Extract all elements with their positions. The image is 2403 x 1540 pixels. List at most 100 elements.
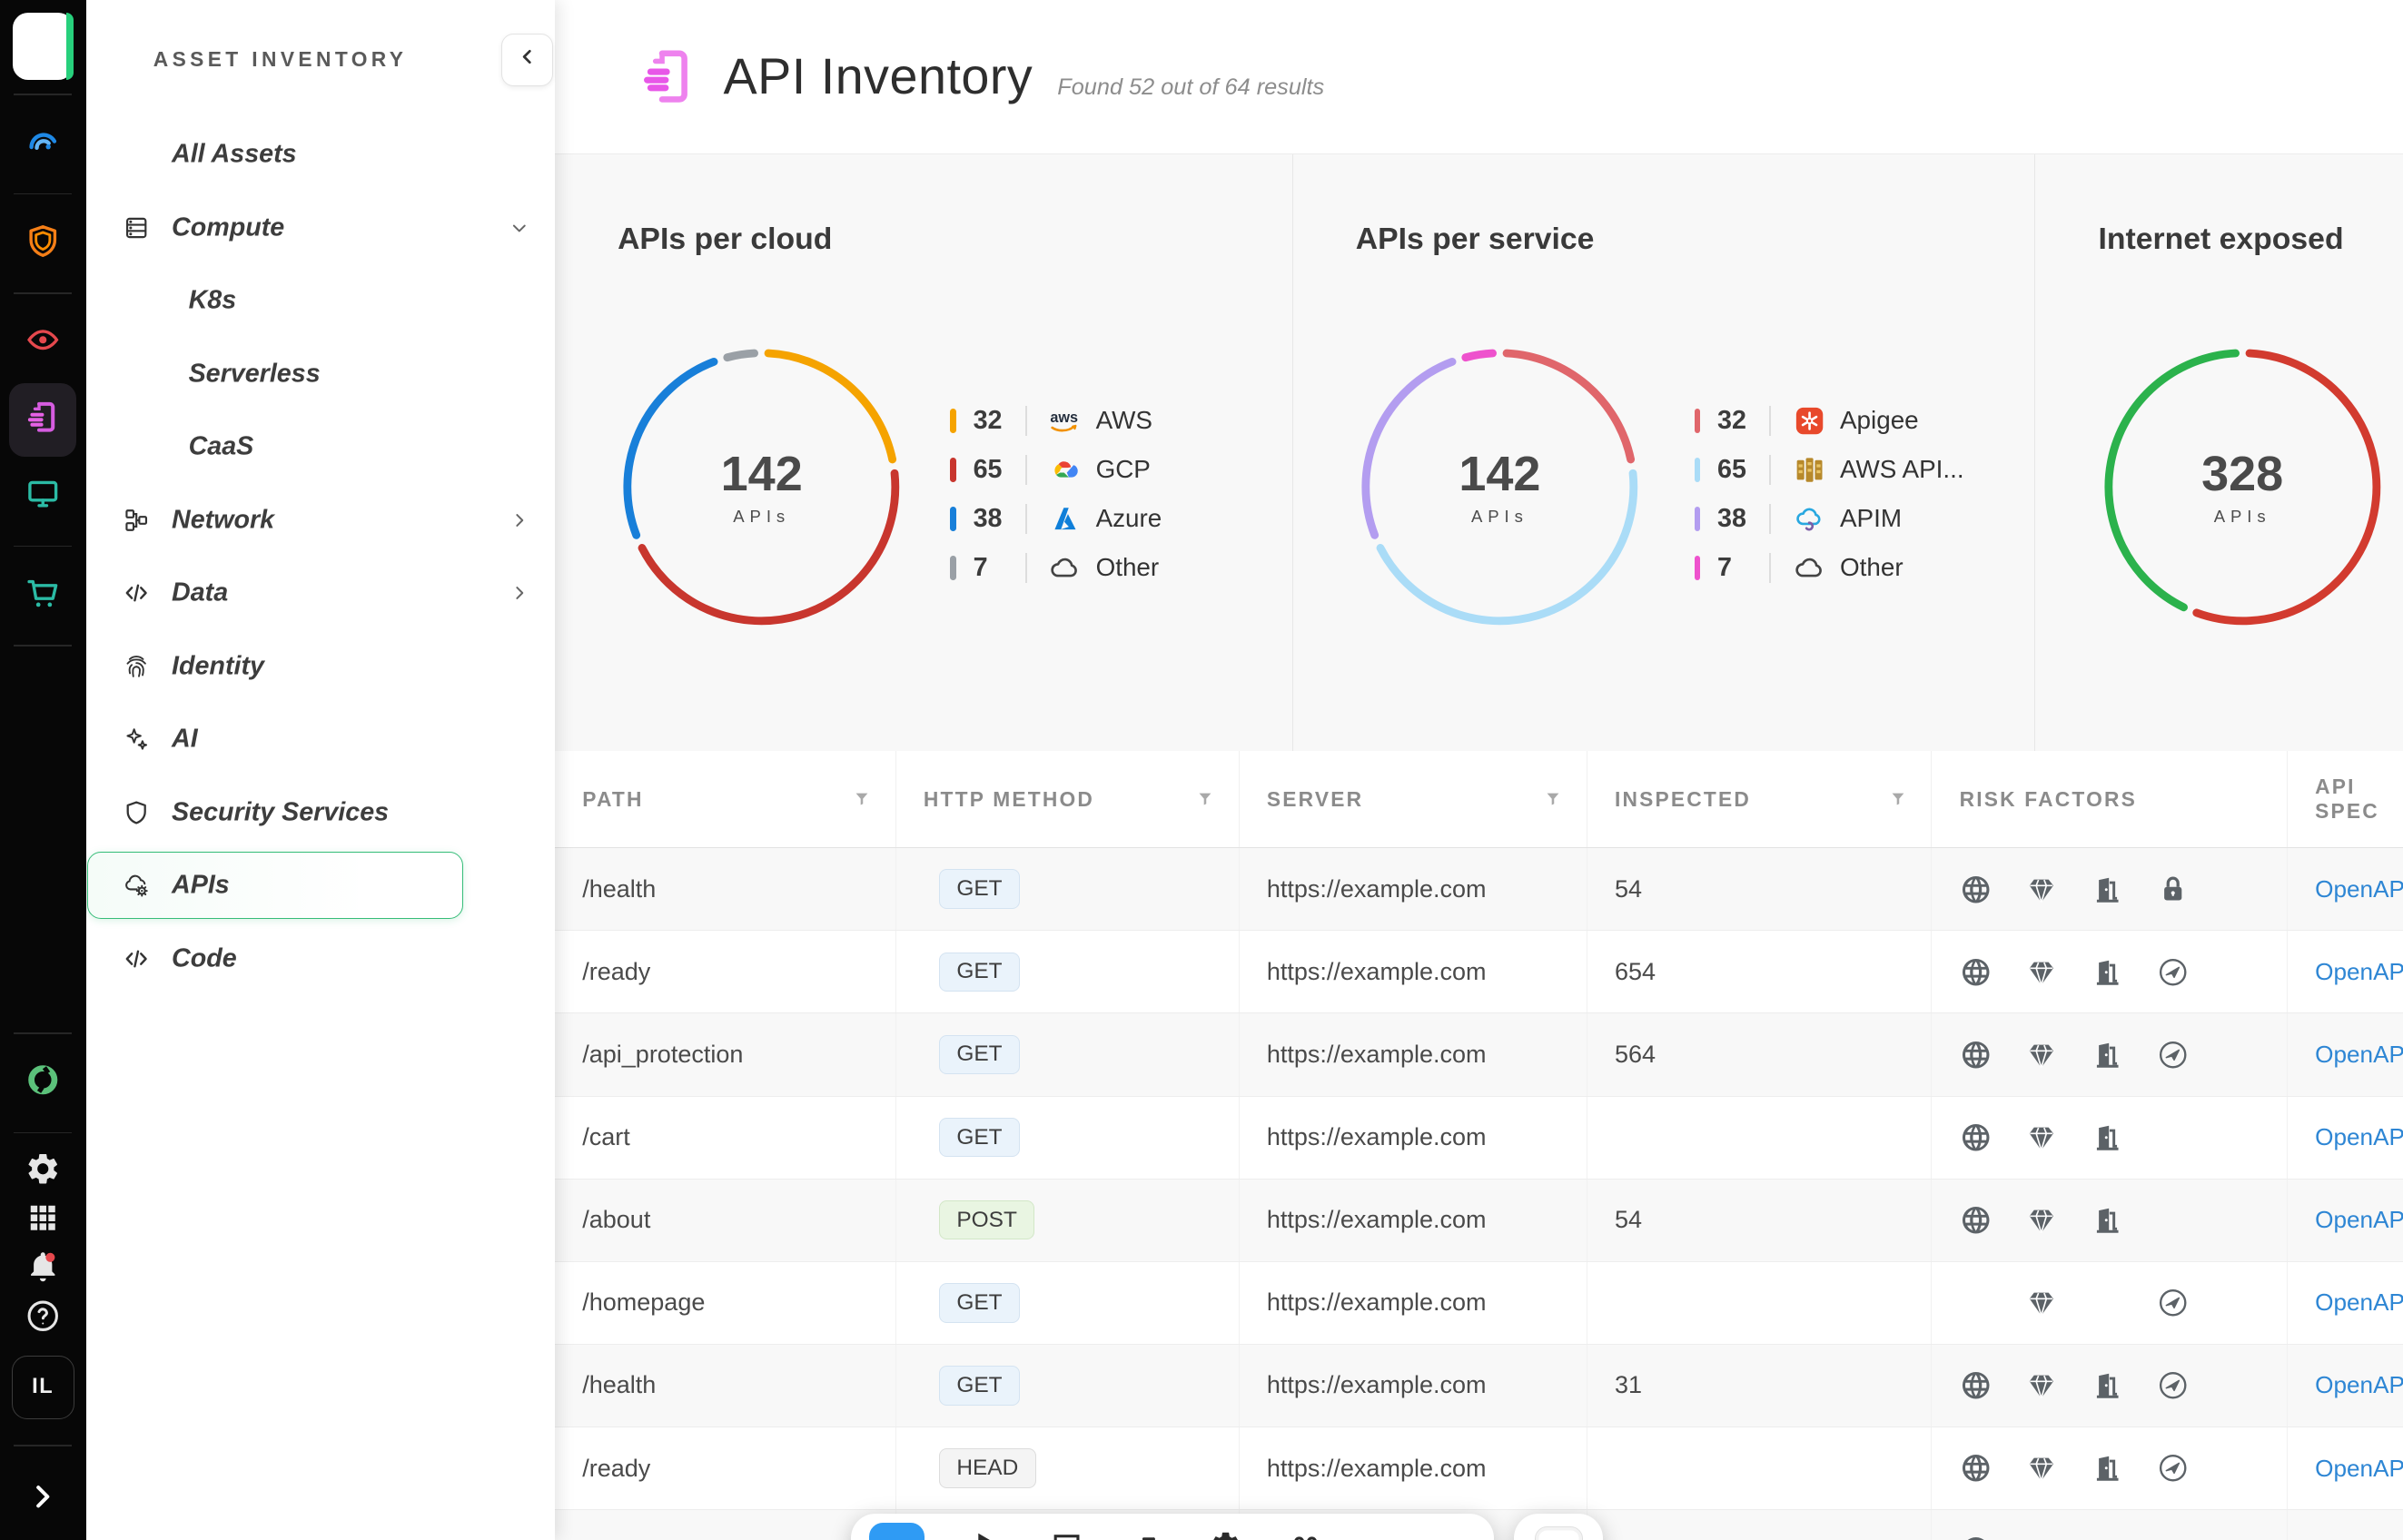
rail-expand-button[interactable] — [9, 1469, 76, 1531]
legend-value: 32 — [974, 406, 1025, 436]
legend-label: APIM — [1840, 504, 1902, 533]
sidebar-item-compute[interactable]: Compute — [86, 191, 555, 263]
legend-divider — [1025, 406, 1027, 437]
app-logo[interactable] — [13, 13, 74, 80]
cell-risk-factors — [1931, 1013, 2287, 1095]
filter-icon[interactable] — [852, 789, 872, 809]
table-row[interactable]: /homepageGEThttps://example.comOpenAPI — [555, 1262, 2403, 1345]
column-header-api-spec[interactable]: API SPEC — [2287, 751, 2403, 847]
rail-item-api-doc[interactable] — [9, 383, 76, 457]
legend-divider — [1769, 504, 1771, 535]
rail-item-settings-gear[interactable] — [9, 1149, 76, 1195]
chart-apis-per-cloud: APIs per cloud 142 APIs 32awsAWS65GCP38A… — [555, 154, 1293, 752]
api-spec-link[interactable]: OpenAPI — [2315, 1537, 2403, 1540]
chart-internet-exposed: Internet exposed 328 APIs — [2035, 154, 2403, 752]
sidebar-item-identity[interactable]: Identity — [86, 629, 555, 702]
toolbar-widgets-icon[interactable] — [1289, 1529, 1322, 1540]
toolbar-pointer-icon[interactable] — [970, 1529, 1004, 1540]
toolbar-share-arrow-icon[interactable] — [1130, 1529, 1163, 1540]
api-spec-link[interactable]: OpenAPI — [2315, 1455, 2403, 1483]
filter-icon[interactable] — [1543, 789, 1563, 809]
sidebar-item-label: CaaS — [189, 432, 254, 462]
cell-http-method: GET — [895, 1097, 1239, 1179]
sidebar-item-code[interactable]: Code — [86, 922, 555, 994]
sidebar-menu: All Assets Compute K8sServerless CaaS Networ… — [86, 118, 555, 995]
method-badge: GET — [939, 869, 1020, 909]
risk-globe-icon — [1960, 1369, 2026, 1401]
legend-row-gcp: 65GCP — [950, 445, 1162, 494]
code-brackets-icon — [123, 944, 150, 972]
method-badge: GET — [939, 953, 1020, 992]
table-row[interactable]: /readyGEThttps://example.com654OpenAPI — [555, 931, 2403, 1013]
sidebar-item-serverless[interactable]: Serverless — [86, 337, 555, 410]
sidebar-item-security-services[interactable]: Security Services — [86, 775, 555, 848]
ring-logo-icon — [25, 1061, 62, 1105]
table-row[interactable]: /aboutPOSThttps://example.com54OpenAPI — [555, 1180, 2403, 1262]
risk-diamond-icon — [2025, 1204, 2092, 1236]
column-header-inspected[interactable]: INSPECTED — [1587, 751, 1932, 847]
settings-gear-icon — [25, 1150, 62, 1194]
column-header-risk-factors[interactable]: RISK FACTORS — [1931, 751, 2287, 847]
api-spec-link[interactable]: OpenAPI — [2315, 875, 2403, 903]
cell-api-spec: OpenAPI — [2287, 1427, 2403, 1509]
aws-icon: aws — [1048, 404, 1082, 438]
sidebar-item-k8s[interactable]: K8s — [86, 264, 555, 337]
filter-icon[interactable] — [1195, 789, 1215, 809]
rail-item-notification-bell[interactable] — [9, 1247, 76, 1293]
column-label: HTTP METHOD — [924, 787, 1094, 812]
rail-item-apps-grid[interactable] — [9, 1198, 76, 1244]
filter-icon[interactable] — [1888, 789, 1908, 809]
sidebar-item-apis[interactable]: APIs — [86, 849, 555, 922]
rail-item-help-circle[interactable] — [9, 1296, 76, 1342]
legend-divider — [1025, 504, 1027, 535]
cell-http-method: HEAD — [895, 1427, 1239, 1509]
toolbar-table-icon[interactable] — [1050, 1529, 1083, 1540]
api-spec-link[interactable]: OpenAPI — [2315, 1206, 2403, 1234]
apps-grid-icon — [25, 1199, 62, 1243]
api-spec-link[interactable]: OpenAPI — [2315, 1288, 2403, 1317]
table-row[interactable]: /api_protectionGEThttps://example.com564… — [555, 1013, 2403, 1096]
sidebar-item-data[interactable]: Data — [86, 557, 555, 629]
sidebar-item-label: Compute — [172, 212, 284, 242]
sidebar-collapse-button[interactable] — [501, 34, 554, 86]
main-content: API Inventory Found 52 out of 64 results… — [555, 0, 2403, 1540]
api-spec-link[interactable]: OpenAPI — [2315, 1041, 2403, 1069]
legend-row-apim: 38APIM — [1695, 494, 1964, 543]
rail-item-monitor[interactable] — [9, 466, 76, 528]
risk-door-icon — [2092, 1452, 2158, 1484]
rail-item-eye-scan[interactable] — [9, 312, 76, 374]
rail-divider — [14, 546, 72, 548]
workspace-button[interactable]: IL — [12, 1356, 75, 1419]
api-spec-link[interactable]: OpenAPI — [2315, 1371, 2403, 1399]
sidebar-item-label: Security Services — [172, 797, 389, 827]
sidebar-item-ai[interactable]: AI — [86, 703, 555, 775]
sidebar-item-all-assets[interactable]: All Assets — [86, 118, 555, 191]
risk-plane-icon — [2157, 1039, 2223, 1071]
legend-row-other: 7Other — [950, 543, 1162, 592]
floating-toolbar-secondary — [1514, 1514, 1603, 1540]
legend-divider — [1769, 455, 1771, 486]
column-header-http-method[interactable]: HTTP METHOD — [895, 751, 1239, 847]
table-row[interactable]: /healthGEThttps://example.com31OpenAPI — [555, 1345, 2403, 1427]
toolbar-gear-icon[interactable] — [1209, 1529, 1242, 1540]
api-spec-link[interactable]: OpenAPI — [2315, 1123, 2403, 1151]
column-header-server[interactable]: SERVER — [1239, 751, 1587, 847]
rail-item-shopping-cart[interactable] — [9, 566, 76, 627]
sparkles-icon — [123, 726, 150, 753]
sidebar-item-caas[interactable]: CaaS — [86, 410, 555, 483]
table-row[interactable]: /readyHEADhttps://example.comOpenAPI — [555, 1427, 2403, 1510]
table-row[interactable]: /cartGEThttps://example.comOpenAPI — [555, 1097, 2403, 1180]
rail-item-ring-logo[interactable] — [9, 1052, 76, 1114]
risk-globe-icon — [1960, 1039, 2026, 1071]
table-row[interactable]: /healthGEThttps://example.com54OpenAPI — [555, 848, 2403, 931]
rail-item-shield-badge[interactable] — [9, 213, 76, 275]
rail-item-dashboard-arc[interactable] — [9, 114, 76, 175]
toolbar-primary-button[interactable] — [869, 1523, 925, 1540]
donut-chart: 328 APIs — [2097, 341, 2388, 633]
api-spec-link[interactable]: OpenAPI — [2315, 958, 2403, 986]
cell-inspected: 31 — [1587, 1345, 1932, 1426]
legend-divider — [1769, 553, 1771, 584]
toolbar-toggle[interactable] — [1535, 1526, 1583, 1540]
sidebar-item-network[interactable]: Network — [86, 483, 555, 556]
column-header-path[interactable]: PATH — [555, 751, 895, 847]
